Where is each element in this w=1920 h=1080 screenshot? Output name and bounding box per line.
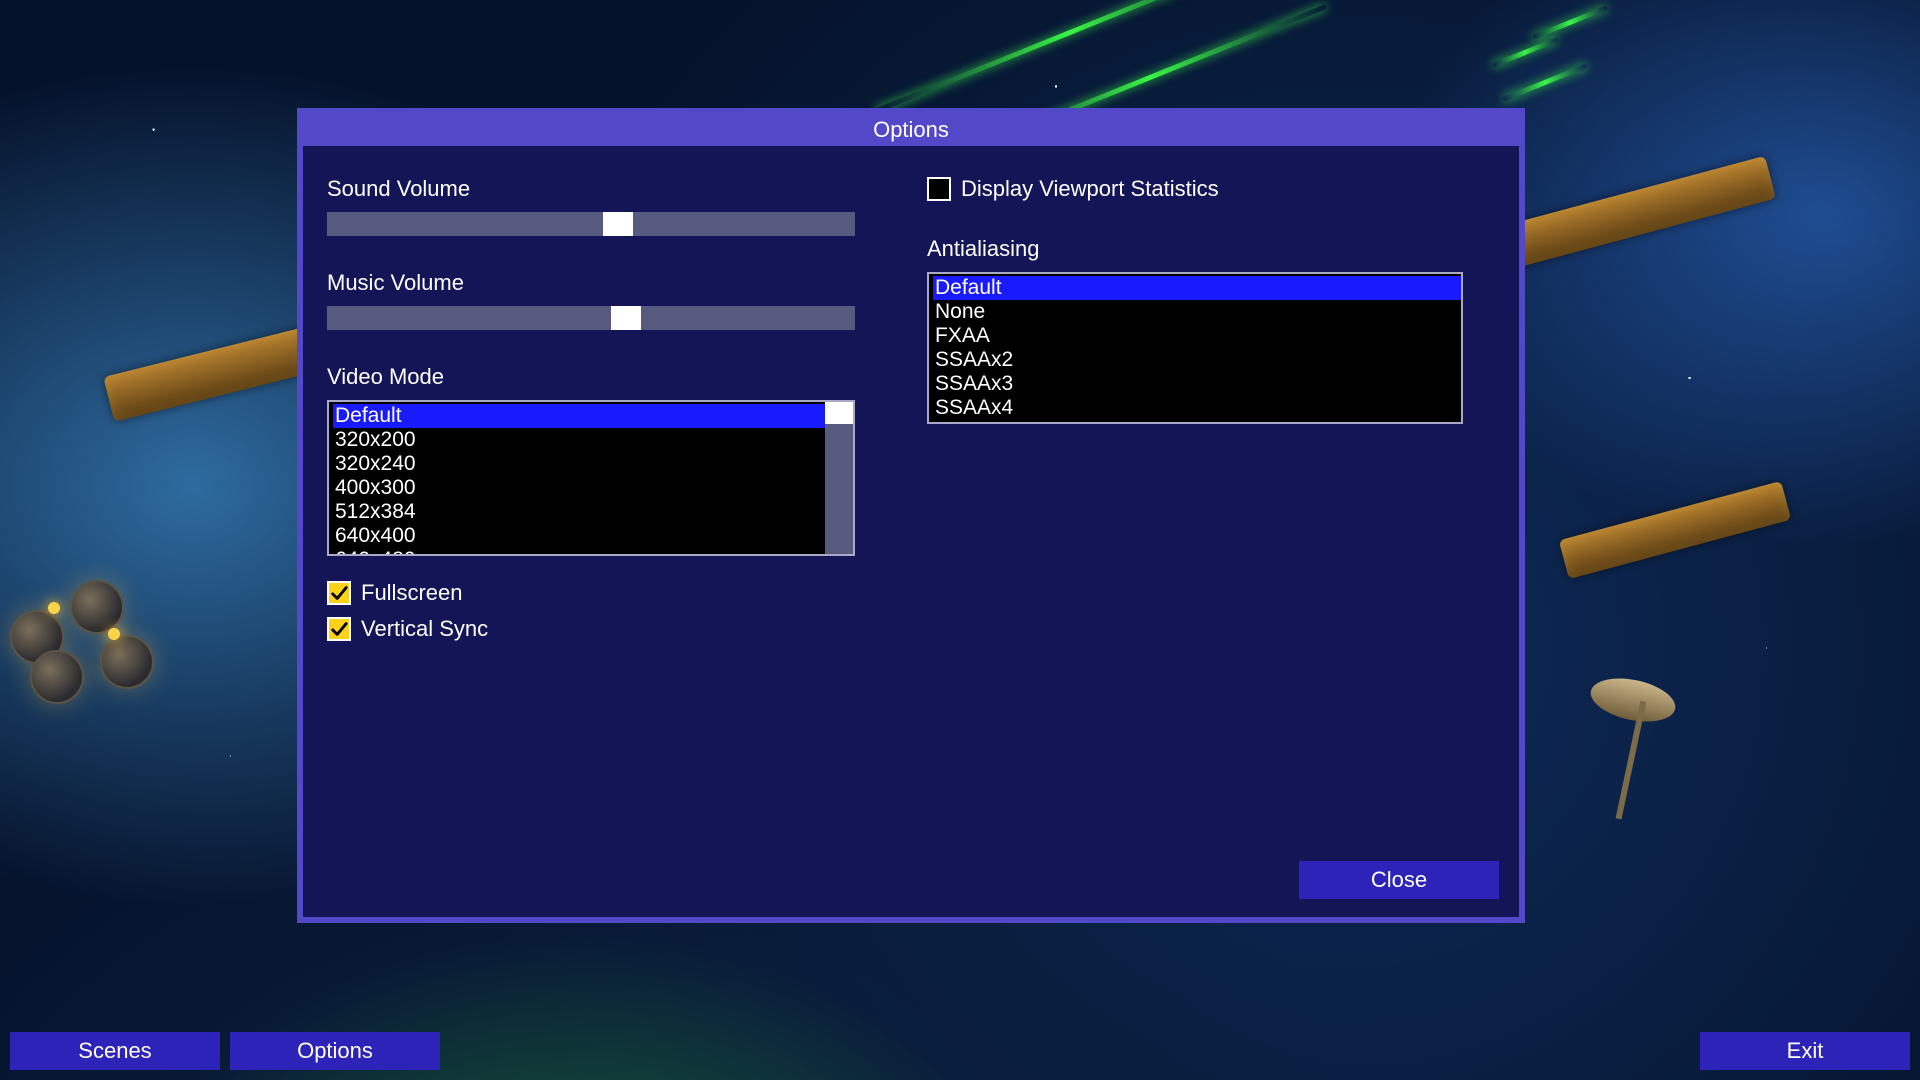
spaceship-decor: [1559, 481, 1792, 579]
fullscreen-label: Fullscreen: [361, 580, 462, 606]
checkmark-icon: [330, 620, 348, 638]
station-decor: [10, 540, 180, 700]
antialiasing-label: Antialiasing: [927, 236, 1463, 262]
options-dialog: Options Sound Volume Music Volume Video …: [297, 108, 1525, 923]
video-mode-option[interactable]: 320x240: [333, 452, 825, 476]
antialiasing-option[interactable]: SSAAx3: [933, 372, 1461, 396]
display-stats-label: Display Viewport Statistics: [961, 176, 1219, 202]
music-volume-label: Music Volume: [327, 270, 855, 296]
video-mode-label: Video Mode: [327, 364, 855, 390]
sound-volume-slider[interactable]: [327, 212, 855, 236]
video-mode-option[interactable]: Default: [333, 404, 825, 428]
options-button[interactable]: Options: [230, 1032, 440, 1070]
close-button[interactable]: Close: [1299, 861, 1499, 899]
antialiasing-option[interactable]: SSAAx4: [933, 396, 1461, 420]
dialog-title: Options: [303, 114, 1519, 146]
antialiasing-option[interactable]: Default: [933, 276, 1461, 300]
video-mode-scrollbar[interactable]: [825, 402, 853, 554]
video-mode-listbox[interactable]: Default320x200320x240400x300512x384640x4…: [327, 400, 855, 556]
antenna-decor: [1560, 680, 1700, 840]
scenes-button[interactable]: Scenes: [10, 1032, 220, 1070]
video-mode-option[interactable]: 640x400: [333, 524, 825, 548]
vsync-label: Vertical Sync: [361, 616, 488, 642]
video-mode-option[interactable]: 320x200: [333, 428, 825, 452]
antialiasing-option[interactable]: None: [933, 300, 1461, 324]
laser-streak: [1492, 37, 1559, 68]
fullscreen-checkbox[interactable]: [327, 581, 351, 605]
antialiasing-option[interactable]: FXAA: [933, 324, 1461, 348]
sound-volume-label: Sound Volume: [327, 176, 855, 202]
laser-streak: [874, 0, 1265, 113]
antialiasing-option[interactable]: SSAAx2: [933, 348, 1461, 372]
music-volume-slider[interactable]: [327, 306, 855, 330]
spaceship-decor: [1504, 156, 1776, 268]
video-mode-option[interactable]: 640x480: [333, 548, 825, 554]
checkmark-icon: [330, 584, 348, 602]
display-stats-checkbox[interactable]: [927, 177, 951, 201]
laser-streak: [1532, 5, 1608, 40]
video-mode-option[interactable]: 400x300: [333, 476, 825, 500]
antialiasing-listbox[interactable]: DefaultNoneFXAASSAAx2SSAAx3SSAAx4: [927, 272, 1463, 424]
vsync-checkbox[interactable]: [327, 617, 351, 641]
exit-button[interactable]: Exit: [1700, 1032, 1910, 1070]
video-mode-option[interactable]: 512x384: [333, 500, 825, 524]
laser-streak: [1502, 63, 1587, 101]
